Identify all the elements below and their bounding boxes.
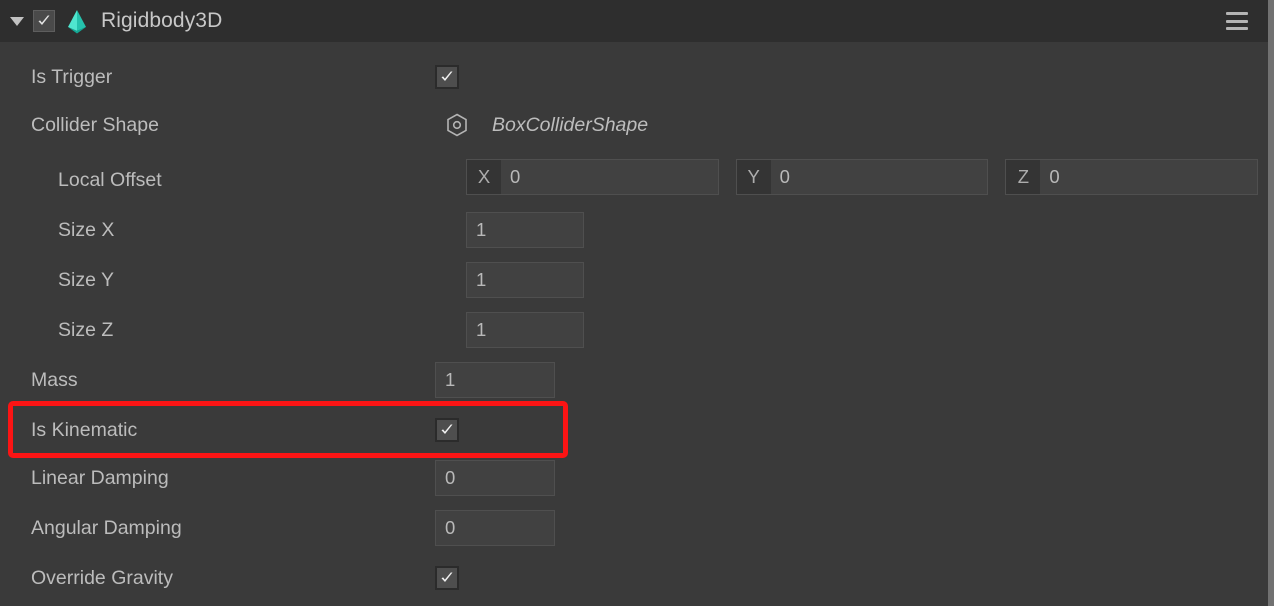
hamburger-line — [1226, 12, 1248, 15]
property-value-size-y: 1 — [466, 262, 584, 298]
property-row-size-z: Size Z 1 — [0, 305, 1268, 355]
property-value-angular-damping: 0 — [435, 510, 555, 546]
override-gravity-checkbox[interactable] — [435, 566, 459, 590]
property-value-is-kinematic — [435, 418, 459, 442]
scrollbar-track[interactable] — [1268, 0, 1274, 606]
local-offset-x-field[interactable]: X 0 — [466, 159, 719, 195]
property-row-size-x: Size X 1 — [0, 205, 1268, 255]
property-label-angular-damping: Angular Damping — [0, 517, 182, 540]
local-offset-z-field[interactable]: Z 0 — [1005, 159, 1258, 195]
hexagon-shape-icon — [444, 112, 470, 138]
axis-label-z: Z — [1006, 160, 1040, 194]
hamburger-menu-icon[interactable] — [1226, 12, 1248, 30]
inspector-panel: Rigidbody3D Is Trigger Collider Shape — [0, 0, 1274, 606]
component-enabled-checkbox[interactable] — [33, 10, 55, 32]
axis-label-y: Y — [737, 160, 771, 194]
property-row-mass: Mass 1 — [0, 355, 1268, 405]
linear-damping-input[interactable]: 0 — [435, 460, 555, 496]
local-offset-y-field[interactable]: Y 0 — [736, 159, 989, 195]
property-value-collider-shape[interactable]: BoxColliderShape — [444, 112, 648, 138]
property-row-collider-shape: Collider Shape BoxColliderShape — [0, 100, 1268, 150]
property-value-size-x: 1 — [466, 212, 584, 248]
local-offset-x-input[interactable]: 0 — [501, 160, 718, 194]
pyramid-3d-icon — [63, 7, 91, 35]
property-value-size-z: 1 — [466, 312, 584, 348]
is-kinematic-checkbox[interactable] — [435, 418, 459, 442]
hamburger-line — [1226, 20, 1248, 23]
property-label-mass: Mass — [0, 369, 78, 392]
property-row-is-kinematic: Is Kinematic — [0, 405, 1268, 455]
angular-damping-input[interactable]: 0 — [435, 510, 555, 546]
property-label-linear-damping: Linear Damping — [0, 467, 169, 490]
local-offset-y-input[interactable]: 0 — [771, 160, 988, 194]
property-label-is-trigger: Is Trigger — [0, 66, 112, 89]
size-z-input[interactable]: 1 — [466, 312, 584, 348]
property-row-size-y: Size Y 1 — [0, 255, 1268, 305]
property-row-linear-damping: Linear Damping 0 — [0, 453, 1268, 503]
size-y-input[interactable]: 1 — [466, 262, 584, 298]
property-label-collider-shape: Collider Shape — [0, 114, 159, 137]
property-row-override-gravity: Override Gravity — [0, 553, 1268, 603]
property-row-is-trigger: Is Trigger — [0, 52, 1268, 102]
property-label-override-gravity: Override Gravity — [0, 567, 173, 590]
mass-input[interactable]: 1 — [435, 362, 555, 398]
property-value-override-gravity — [435, 566, 459, 590]
chevron-down-icon[interactable] — [6, 10, 28, 32]
component-header[interactable]: Rigidbody3D — [0, 0, 1268, 42]
size-x-input[interactable]: 1 — [466, 212, 584, 248]
property-value-linear-damping: 0 — [435, 460, 555, 496]
is-trigger-checkbox[interactable] — [435, 65, 459, 89]
property-label-size-x: Size X — [0, 219, 114, 242]
property-value-is-trigger — [435, 65, 459, 89]
local-offset-z-input[interactable]: 0 — [1040, 160, 1257, 194]
property-row-angular-damping: Angular Damping 0 — [0, 503, 1268, 553]
property-label-local-offset: Local Offset — [0, 169, 162, 192]
page-title: Rigidbody3D — [101, 9, 222, 33]
collider-shape-value: BoxColliderShape — [492, 114, 648, 137]
local-offset-vector3: X 0 Y 0 Z 0 — [466, 159, 1258, 195]
property-value-mass: 1 — [435, 362, 555, 398]
hamburger-line — [1226, 27, 1248, 30]
property-label-size-z: Size Z — [0, 319, 113, 342]
scrollbar-thumb[interactable] — [1268, 0, 1274, 606]
property-label-is-kinematic: Is Kinematic — [0, 419, 137, 442]
property-label-size-y: Size Y — [0, 269, 114, 292]
axis-label-x: X — [467, 160, 501, 194]
